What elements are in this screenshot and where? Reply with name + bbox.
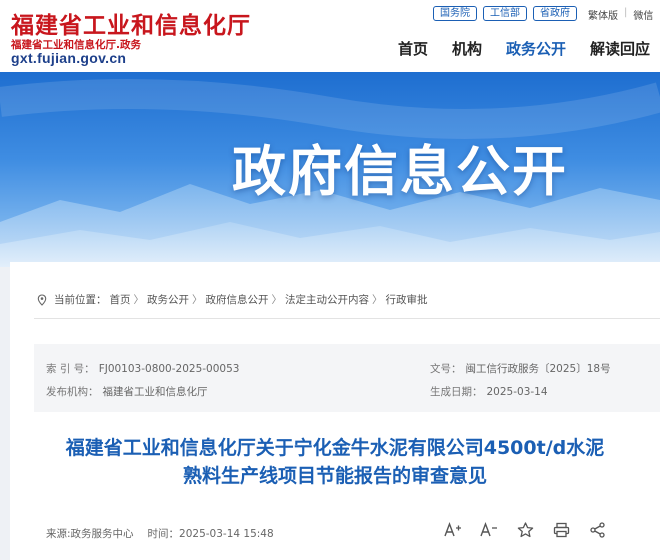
breadcrumb-gov-info[interactable]: 政府信息公开 bbox=[206, 292, 269, 307]
article-info: 来源:政务服务中心 时间：2025-03-14 15:48 bbox=[46, 526, 274, 541]
meta-doc-number-value: 闽工信行政服务〔2025〕18号 bbox=[465, 363, 611, 375]
article-title-line-2: 熟料生产线项目节能报告的审查意见 bbox=[182, 465, 487, 487]
banner-title: 政府信息公开 bbox=[232, 140, 568, 203]
nav-organization[interactable]: 机构 bbox=[452, 38, 482, 59]
document-meta: 索 引 号： FJ00103-0800-2025-00053 文号： 闽工信行政服务… bbox=[34, 344, 660, 412]
article-title: 福建省工业和信息化厅关于宁化金牛水泥有限公司4500t/d水泥 熟料生产线项目节… bbox=[30, 434, 640, 490]
link-miit[interactable]: 工信部 bbox=[483, 6, 527, 21]
breadcrumb-statutory[interactable]: 法定主动公开内容 bbox=[285, 292, 369, 307]
meta-index-label: 索 引 号： bbox=[46, 363, 95, 375]
meta-publisher-label: 发布机构： bbox=[46, 386, 99, 398]
site-header: 福建省工业和信息化厅 福建省工业和信息化厅.政务 gxt.fujian.gov.… bbox=[0, 0, 660, 72]
breadcrumb: 当前位置： 首页 〉 政务公开 〉 政府信息公开 〉 法定主动公开内容 〉 行政… bbox=[36, 292, 428, 307]
article-tools bbox=[444, 521, 606, 539]
content-card: 当前位置： 首页 〉 政务公开 〉 政府信息公开 〉 法定主动公开内容 〉 行政… bbox=[10, 262, 660, 560]
nav-government-affairs[interactable]: 政务公开 bbox=[506, 38, 566, 59]
breadcrumb-separator: 〉 bbox=[271, 294, 283, 306]
breadcrumb-separator: 〉 bbox=[133, 294, 145, 306]
top-links: 繁体版 | 微信 bbox=[588, 7, 653, 22]
site-url: gxt.fujian.gov.cn bbox=[11, 50, 127, 66]
article-source: 来源:政务服务中心 bbox=[46, 528, 134, 540]
breadcrumb-admin-approval[interactable]: 行政审批 bbox=[386, 292, 428, 307]
traditional-chinese-link[interactable]: 繁体版 bbox=[588, 7, 618, 22]
wechat-link[interactable]: 微信 bbox=[633, 7, 653, 22]
print-icon[interactable] bbox=[552, 521, 570, 539]
link-state-council[interactable]: 国务院 bbox=[433, 6, 477, 21]
meta-date-value: 2025-03-14 bbox=[486, 386, 548, 398]
meta-index-value: FJ00103-0800-2025-00053 bbox=[98, 363, 240, 375]
meta-index: 索 引 号： FJ00103-0800-2025-00053 bbox=[46, 361, 239, 376]
meta-publisher: 发布机构： 福建省工业和信息化厅 bbox=[46, 384, 208, 399]
meta-date: 生成日期： 2025-03-14 bbox=[430, 384, 548, 399]
article-title-line-1: 福建省工业和信息化厅关于宁化金牛水泥有限公司4500t/d水泥 bbox=[65, 437, 605, 459]
breadcrumb-separator: 〉 bbox=[192, 294, 203, 306]
divider: | bbox=[624, 7, 628, 18]
share-icon[interactable] bbox=[588, 521, 606, 539]
link-provincial-gov[interactable]: 省政府 bbox=[533, 6, 577, 21]
meta-publisher-value: 福建省工业和信息化厅 bbox=[102, 386, 208, 398]
meta-doc-number-label: 文号： bbox=[430, 363, 462, 375]
nav-interpretation[interactable]: 解读回应 bbox=[590, 38, 650, 59]
font-increase-icon[interactable] bbox=[444, 521, 462, 539]
quick-links: 国务院 工信部 省政府 bbox=[433, 6, 577, 21]
article-time-value: 2025-03-14 15:48 bbox=[179, 528, 274, 540]
article-time-label: 时间： bbox=[147, 528, 180, 540]
page: 福建省工业和信息化厅 福建省工业和信息化厅.政务 gxt.fujian.gov.… bbox=[0, 0, 660, 560]
meta-doc-number: 文号： 闽工信行政服务〔2025〕18号 bbox=[430, 361, 611, 376]
site-logo-title[interactable]: 福建省工业和信息化厅 bbox=[11, 6, 251, 40]
article-time: 时间：2025-03-14 15:48 bbox=[148, 526, 274, 541]
divider bbox=[34, 318, 660, 319]
meta-date-label: 生成日期： bbox=[430, 386, 483, 398]
banner: 政府信息公开 bbox=[0, 72, 660, 267]
breadcrumb-prefix: 当前位置： bbox=[54, 294, 107, 306]
font-decrease-icon[interactable] bbox=[480, 521, 498, 539]
star-icon[interactable] bbox=[516, 521, 534, 539]
location-icon bbox=[37, 293, 47, 306]
main-nav: 首页 机构 政务公开 解读回应 bbox=[398, 38, 650, 59]
breadcrumb-home[interactable]: 首页 bbox=[110, 292, 131, 307]
breadcrumb-separator: 〉 bbox=[372, 294, 383, 306]
breadcrumb-gov-affairs[interactable]: 政务公开 bbox=[147, 292, 189, 307]
nav-home[interactable]: 首页 bbox=[398, 38, 428, 59]
